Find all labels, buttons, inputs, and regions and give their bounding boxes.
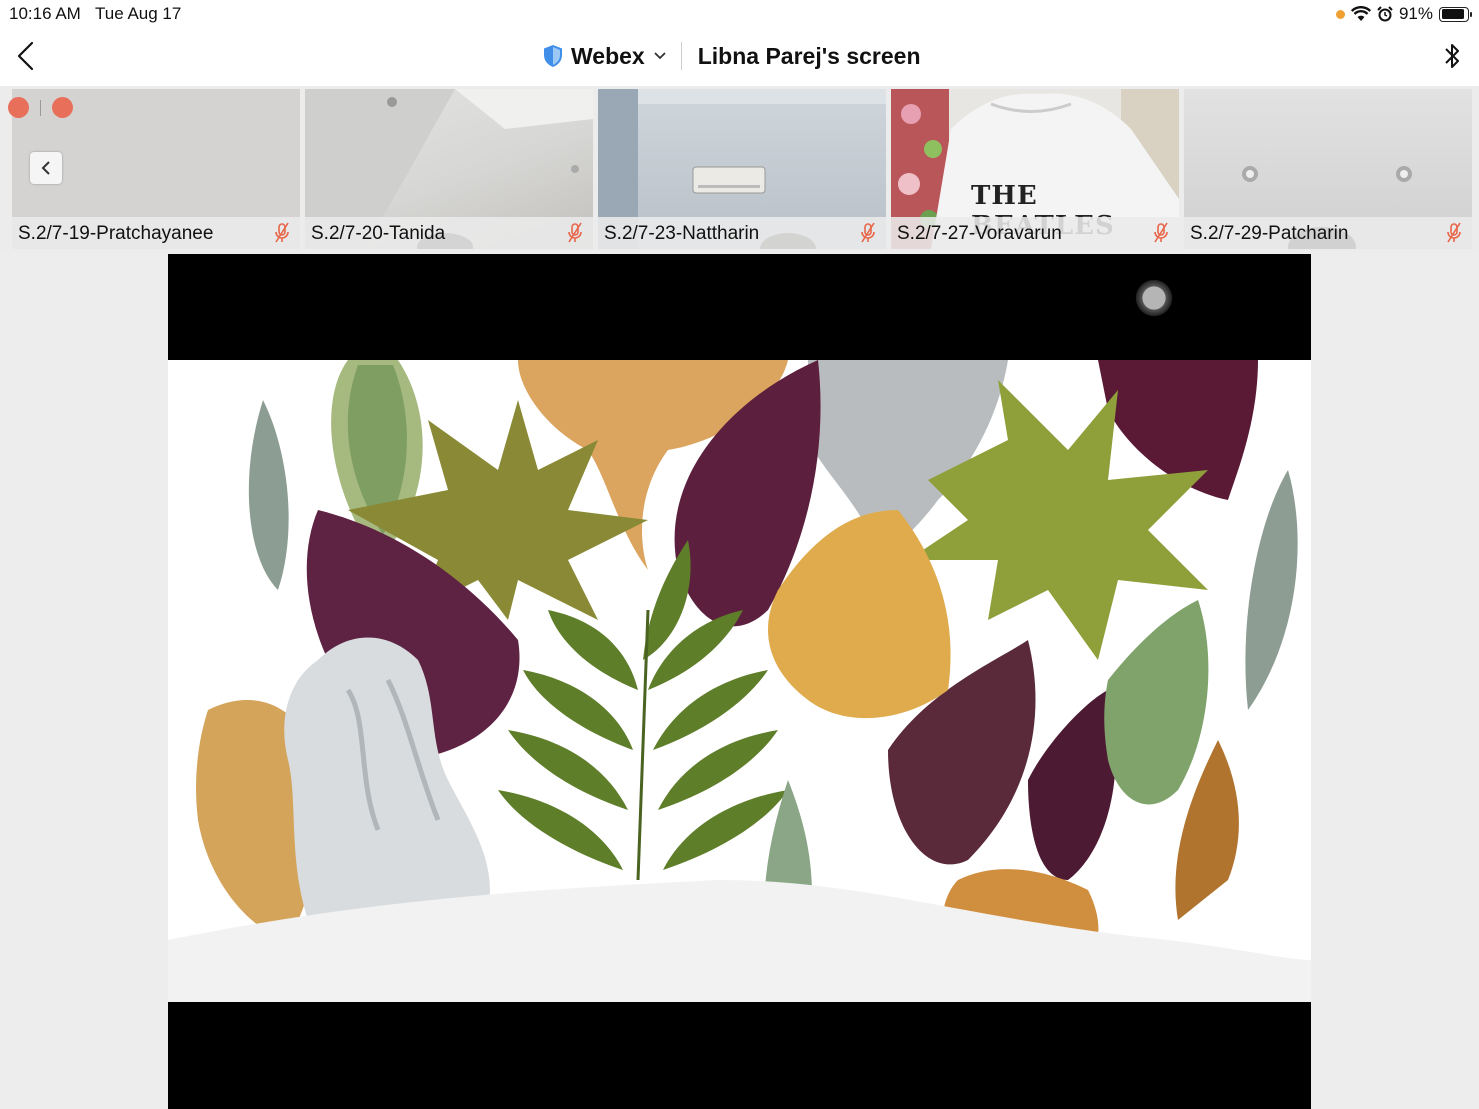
participant-label: S.2/7-29-Patcharin — [1184, 217, 1472, 249]
wifi-icon — [1350, 6, 1371, 21]
participant-name: S.2/7-23-Nattharin — [604, 223, 760, 244]
chevron-left-icon — [41, 161, 50, 175]
mic-muted-icon — [275, 222, 289, 243]
participant-strip[interactable]: S.2/7-19-Pratchayanee S.2/7-20-Tanida S.… — [0, 86, 1479, 252]
nav-bar: Webex Libna Parej's screen — [0, 28, 1479, 86]
participant-label: S.2/7-23-Nattharin — [598, 217, 886, 249]
participant-label: S.2/7-19-Pratchayanee — [12, 217, 300, 249]
chevron-down-icon[interactable] — [653, 51, 667, 61]
participant-name: S.2/7-19-Pratchayanee — [18, 223, 214, 244]
participant-tile[interactable]: S.2/7-20-Tanida — [305, 89, 593, 249]
time-text: 10:16 AM — [9, 4, 81, 23]
badge-divider — [40, 100, 41, 116]
mic-in-use-indicator — [1335, 9, 1345, 19]
participant-tile[interactable]: S.2/7-29-Patcharin — [1184, 89, 1472, 249]
status-bar: 10:16 AM Tue Aug 17 91% — [0, 0, 1479, 28]
meeting-header: Webex Libna Parej's screen — [543, 41, 921, 71]
shield-icon — [544, 45, 562, 67]
muted-badge — [8, 97, 29, 118]
participant-name: S.2/7-27-Voravarun — [897, 223, 1062, 244]
header-divider — [680, 42, 682, 70]
recording-badge — [52, 97, 73, 118]
participant-name: S.2/7-20-Tanida — [311, 223, 446, 244]
bluetooth-button[interactable] — [1443, 40, 1461, 77]
shared-slide — [168, 360, 1311, 1002]
mic-muted-icon — [1154, 222, 1168, 243]
pointer-indicator — [1133, 277, 1175, 319]
page-title: Libna Parej's screen — [697, 42, 921, 69]
participant-name: S.2/7-29-Patcharin — [1190, 223, 1349, 244]
participant-tile[interactable]: S.2/7-23-Nattharin — [598, 89, 886, 249]
status-time: 10:16 AM Tue Aug 17 — [9, 4, 181, 24]
alarm-icon — [1377, 6, 1393, 22]
back-button[interactable] — [12, 40, 42, 72]
participant-label: S.2/7-27-Voravarun — [891, 217, 1179, 249]
mic-muted-icon — [861, 222, 875, 243]
battery-icon — [1439, 6, 1472, 22]
app-menu-button[interactable]: Webex — [571, 43, 645, 70]
participant-tile[interactable]: THE BEATLES S.2/7-27-Voravarun — [891, 89, 1179, 249]
strip-scroll-left-button[interactable] — [30, 152, 62, 184]
chevron-left-icon — [17, 41, 34, 71]
mic-muted-icon — [1447, 222, 1461, 243]
participant-label: S.2/7-20-Tanida — [305, 217, 593, 249]
date-text: Tue Aug 17 — [95, 4, 182, 23]
autumn-leaves-image — [168, 360, 1311, 1002]
battery-percent: 91% — [1398, 4, 1433, 23]
bluetooth-icon — [1445, 44, 1459, 68]
shared-screen-video[interactable] — [168, 254, 1311, 1109]
mic-muted-icon — [568, 222, 582, 243]
status-indicators: 91% — [1335, 4, 1472, 24]
